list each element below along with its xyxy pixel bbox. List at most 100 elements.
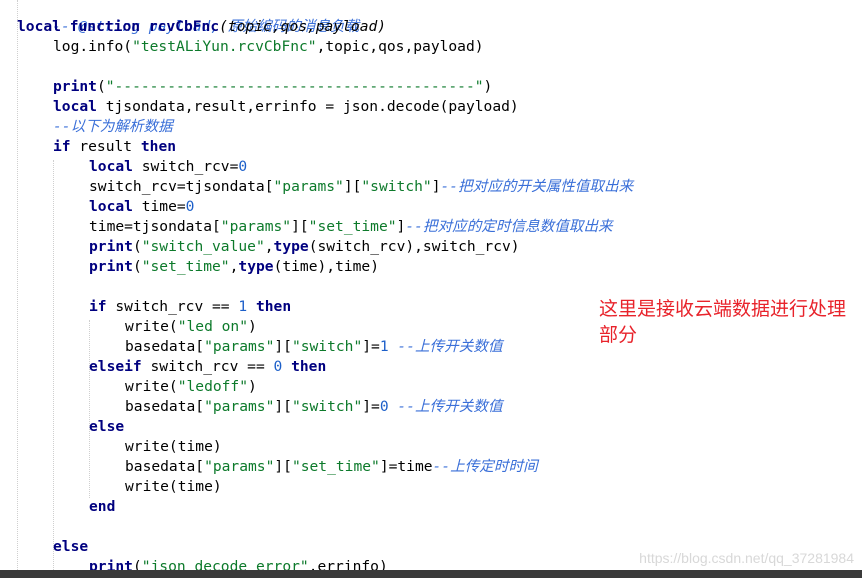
code-line-24[interactable]: basedata["params"]["set_time"]=time--上传定… bbox=[125, 457, 538, 477]
code-text: write(time) bbox=[125, 478, 222, 495]
indent-guide bbox=[17, 0, 18, 578]
code-text: ]= bbox=[362, 398, 380, 415]
code-line-8[interactable]: if result then bbox=[53, 137, 176, 157]
string: "params" bbox=[273, 178, 344, 195]
code-line-7[interactable]: --以下为解析数据 bbox=[53, 117, 173, 137]
code-line-2[interactable]: local function rcvCbFnc(topic,qos,payloa… bbox=[17, 17, 386, 37]
code-editor[interactable]: -- @string payload, 原始编码的消息负载 local func… bbox=[0, 0, 862, 578]
code-line-22[interactable]: else bbox=[89, 417, 124, 437]
code-text: ( bbox=[132, 238, 142, 255]
string: "switch_value" bbox=[141, 238, 265, 255]
code-line-17[interactable]: write("led on") bbox=[125, 317, 257, 337]
comment: --把对应的开关属性值取出来 bbox=[440, 178, 634, 195]
string: "params" bbox=[204, 338, 275, 355]
comment: --把对应的定时信息数值取出来 bbox=[405, 218, 613, 235]
code-line-11[interactable]: local time=0 bbox=[89, 197, 194, 217]
keyword: type bbox=[273, 238, 309, 255]
params: (topic,qos,payload) bbox=[219, 18, 387, 35]
number: 1 bbox=[379, 338, 389, 355]
code-text: result bbox=[70, 138, 141, 155]
code-text: ,topic,qos,payload) bbox=[316, 38, 484, 55]
bottom-scrollbar[interactable] bbox=[0, 570, 862, 578]
code-line-28[interactable]: else bbox=[53, 537, 88, 557]
string: "led on" bbox=[177, 318, 249, 335]
code-line-19[interactable]: elseif switch_rcv == 0 then bbox=[89, 357, 326, 377]
number: 1 bbox=[238, 298, 248, 315]
code-line-5[interactable]: print("---------------------------------… bbox=[53, 77, 492, 97]
code-text: ]=time bbox=[379, 458, 433, 475]
keyword: then bbox=[140, 138, 177, 155]
code-text: time= bbox=[132, 198, 186, 215]
string: "switch" bbox=[361, 178, 432, 195]
keyword: elseif bbox=[89, 358, 142, 375]
code-text: ) bbox=[248, 378, 257, 395]
code-line-25[interactable]: write(time) bbox=[125, 477, 222, 497]
keyword: print bbox=[53, 78, 97, 95]
code-line-26[interactable]: end bbox=[89, 497, 115, 517]
keyword: if bbox=[89, 298, 107, 315]
keyword: local bbox=[89, 198, 133, 215]
code-line-10[interactable]: switch_rcv=tjsondata["params"]["switch"]… bbox=[89, 177, 633, 197]
number: 0 bbox=[379, 398, 389, 415]
code-text: (time),time) bbox=[273, 258, 379, 275]
keyword: then bbox=[255, 298, 292, 315]
string: "set_time" bbox=[308, 218, 397, 235]
code-text: ][ bbox=[343, 178, 362, 195]
comment: --上传开关数值 bbox=[388, 398, 503, 415]
code-text: write( bbox=[125, 378, 178, 395]
code-line-1[interactable]: -- @string payload, 原始编码的消息负载 bbox=[17, 0, 359, 35]
string: "testALiYun.rcvCbFnc" bbox=[132, 38, 317, 55]
comment: --上传开关数值 bbox=[388, 338, 503, 355]
string: "switch" bbox=[291, 338, 363, 355]
keyword: local bbox=[89, 158, 133, 175]
function-name: rcvCbFnc bbox=[148, 18, 220, 35]
code-text: switch_rcv=tjsondata[ bbox=[89, 178, 274, 195]
keyword: function bbox=[69, 18, 141, 35]
code-text: ][ bbox=[274, 398, 292, 415]
code-line-23[interactable]: write(time) bbox=[125, 437, 222, 457]
code-text: write( bbox=[125, 318, 178, 335]
code-text: ][ bbox=[274, 338, 292, 355]
code-text: ) bbox=[248, 318, 257, 335]
keyword: print bbox=[89, 258, 133, 275]
keyword: type bbox=[238, 258, 274, 275]
string: "params" bbox=[204, 458, 275, 475]
keyword: else bbox=[53, 538, 89, 555]
keyword: print bbox=[89, 238, 133, 255]
code-text: ( bbox=[132, 258, 142, 275]
watermark: https://blog.csdn.net/qq_37281984 bbox=[639, 550, 854, 566]
code-text: write(time) bbox=[125, 438, 222, 455]
number: 0 bbox=[238, 158, 248, 175]
code-line-16[interactable]: if switch_rcv == 1 then bbox=[89, 297, 291, 317]
comment: --以下为解析数据 bbox=[53, 118, 173, 135]
indent-guide bbox=[53, 160, 54, 578]
code-text: log.info( bbox=[53, 38, 133, 55]
code-line-3[interactable]: log.info("testALiYun.rcvCbFnc",topic,qos… bbox=[53, 37, 484, 57]
code-line-18[interactable]: basedata["params"]["switch"]=1 --上传开关数值 bbox=[125, 337, 503, 357]
keyword: local bbox=[53, 98, 97, 115]
code-line-21[interactable]: basedata["params"]["switch"]=0 --上传开关数值 bbox=[125, 397, 503, 417]
code-text: switch_rcv == bbox=[106, 298, 239, 315]
code-text: ]= bbox=[362, 338, 380, 355]
number: 0 bbox=[273, 358, 283, 375]
code-text: time=tjsondata[ bbox=[89, 218, 221, 235]
code-text: basedata[ bbox=[125, 458, 205, 475]
string: "set_time" bbox=[141, 258, 230, 275]
code-line-6[interactable]: local tjsondata,result,errinfo = json.de… bbox=[53, 97, 519, 117]
code-text: (switch_rcv),switch_rcv) bbox=[308, 238, 520, 255]
comment: --上传定时时间 bbox=[432, 458, 538, 475]
keyword: if bbox=[53, 138, 71, 155]
code-line-14[interactable]: print("set_time",type(time),time) bbox=[89, 257, 379, 277]
code-line-12[interactable]: time=tjsondata["params"]["set_time"]--把对… bbox=[89, 217, 613, 237]
string: "params" bbox=[220, 218, 292, 235]
code-line-13[interactable]: print("switch_value",type(switch_rcv),sw… bbox=[89, 237, 520, 257]
keyword: end bbox=[89, 498, 116, 515]
code-line-9[interactable]: local switch_rcv=0 bbox=[89, 157, 247, 177]
code-text: ( bbox=[96, 78, 106, 95]
code-line-20[interactable]: write("ledoff") bbox=[125, 377, 257, 397]
code-text: basedata[ bbox=[125, 338, 205, 355]
string: "set_time" bbox=[291, 458, 380, 475]
keyword: else bbox=[89, 418, 125, 435]
string: "params" bbox=[204, 398, 275, 415]
